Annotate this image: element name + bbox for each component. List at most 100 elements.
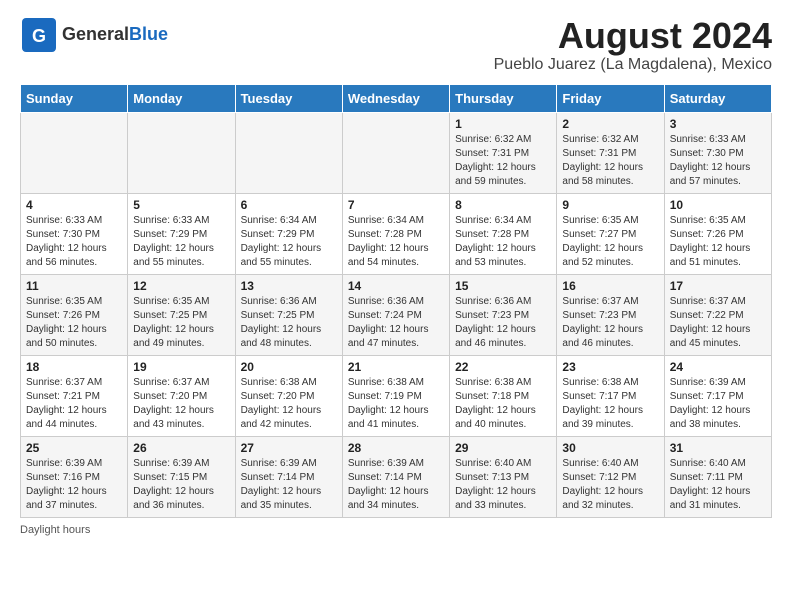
daylight-hours-label: Daylight hours (20, 524, 90, 536)
calendar-cell: 30 Sunrise: 6:40 AM Sunset: 7:12 PM Dayli… (557, 436, 664, 517)
logo-blue: Blue (129, 24, 168, 44)
day-number: 1 (455, 117, 551, 131)
day-info: Sunrise: 6:39 AM Sunset: 7:14 PM Dayligh… (241, 457, 337, 513)
calendar-cell: 7 Sunrise: 6:34 AM Sunset: 7:28 PM Daylig… (342, 193, 449, 274)
day-number: 9 (562, 198, 658, 212)
day-info: Sunrise: 6:32 AM Sunset: 7:31 PM Dayligh… (562, 133, 658, 189)
day-info: Sunrise: 6:37 AM Sunset: 7:22 PM Dayligh… (670, 295, 766, 351)
day-info: Sunrise: 6:37 AM Sunset: 7:23 PM Dayligh… (562, 295, 658, 351)
week-row-2: 4Sunrise: 6:33 AM Sunset: 7:30 PM Daylig… (21, 193, 772, 274)
day-info: Sunrise: 6:35 AM Sunset: 7:25 PM Dayligh… (133, 295, 229, 351)
day-number: 17 (670, 279, 766, 293)
title-block: August 2024 Pueblo Juarez (La Magdalena)… (494, 16, 772, 74)
day-info: Sunrise: 6:39 AM Sunset: 7:16 PM Dayligh… (26, 457, 122, 513)
day-info: Sunrise: 6:33 AM Sunset: 7:30 PM Dayligh… (670, 133, 766, 189)
day-number: 5 (133, 198, 229, 212)
week-row-5: 25 Sunrise: 6:39 AM Sunset: 7:16 PM Dayli… (21, 436, 772, 517)
day-number: 31 (670, 441, 766, 455)
day-number: 25 (26, 441, 122, 455)
calendar-cell: 17 Sunrise: 6:37 AM Sunset: 7:22 PM Dayli… (664, 274, 771, 355)
header-row: SundayMondayTuesdayWednesdayThursdayFrid… (21, 84, 772, 112)
calendar-cell: 9Sunrise: 6:35 AM Sunset: 7:27 PM Daylig… (557, 193, 664, 274)
page-subtitle: Pueblo Juarez (La Magdalena), Mexico (494, 56, 772, 74)
calendar-cell: 22Sunrise: 6:38 AM Sunset: 7:18 PM Dayli… (450, 355, 557, 436)
calendar-cell: 14Sunrise: 6:36 AM Sunset: 7:24 PM Dayli… (342, 274, 449, 355)
col-header-friday: Friday (557, 84, 664, 112)
calendar-cell: 26Sunrise: 6:39 AM Sunset: 7:15 PM Dayli… (128, 436, 235, 517)
logo-icon: G (20, 16, 58, 54)
day-info: Sunrise: 6:35 AM Sunset: 7:26 PM Dayligh… (670, 214, 766, 270)
day-number: 3 (670, 117, 766, 131)
calendar-cell: 2 Sunrise: 6:32 AM Sunset: 7:31 PM Daylig… (557, 112, 664, 193)
day-info: Sunrise: 6:40 AM Sunset: 7:12 PM Dayligh… (562, 457, 658, 513)
calendar-cell: 31 Sunrise: 6:40 AM Sunset: 7:11 PM Dayli… (664, 436, 771, 517)
calendar-cell: 11 Sunrise: 6:35 AM Sunset: 7:26 PM Dayli… (21, 274, 128, 355)
col-header-wednesday: Wednesday (342, 84, 449, 112)
day-info: Sunrise: 6:34 AM Sunset: 7:28 PM Dayligh… (348, 214, 444, 270)
day-number: 13 (241, 279, 337, 293)
day-info: Sunrise: 6:37 AM Sunset: 7:20 PM Dayligh… (133, 376, 229, 432)
col-header-saturday: Saturday (664, 84, 771, 112)
day-info: Sunrise: 6:40 AM Sunset: 7:11 PM Dayligh… (670, 457, 766, 513)
calendar-cell: 12 Sunrise: 6:35 AM Sunset: 7:25 PM Dayli… (128, 274, 235, 355)
calendar-cell: 24Sunrise: 6:39 AM Sunset: 7:17 PM Dayli… (664, 355, 771, 436)
calendar-cell: 4Sunrise: 6:33 AM Sunset: 7:30 PM Daylig… (21, 193, 128, 274)
day-number: 29 (455, 441, 551, 455)
header: G GeneralBlue August 2024 Pueblo Juarez … (20, 16, 772, 74)
page-title: August 2024 (494, 16, 772, 56)
day-info: Sunrise: 6:36 AM Sunset: 7:23 PM Dayligh… (455, 295, 551, 351)
day-info: Sunrise: 6:33 AM Sunset: 7:29 PM Dayligh… (133, 214, 229, 270)
day-number: 16 (562, 279, 658, 293)
logo: G GeneralBlue (20, 16, 168, 54)
calendar-cell: 18Sunrise: 6:37 AM Sunset: 7:21 PM Dayli… (21, 355, 128, 436)
calendar-cell: 8Sunrise: 6:34 AM Sunset: 7:28 PM Daylig… (450, 193, 557, 274)
day-info: Sunrise: 6:38 AM Sunset: 7:20 PM Dayligh… (241, 376, 337, 432)
calendar-cell: 16 Sunrise: 6:37 AM Sunset: 7:23 PM Dayli… (557, 274, 664, 355)
day-number: 2 (562, 117, 658, 131)
svg-text:G: G (32, 26, 46, 46)
day-info: Sunrise: 6:38 AM Sunset: 7:19 PM Dayligh… (348, 376, 444, 432)
day-number: 6 (241, 198, 337, 212)
day-info: Sunrise: 6:40 AM Sunset: 7:13 PM Dayligh… (455, 457, 551, 513)
calendar-cell: 20 Sunrise: 6:38 AM Sunset: 7:20 PM Dayli… (235, 355, 342, 436)
day-info: Sunrise: 6:34 AM Sunset: 7:28 PM Dayligh… (455, 214, 551, 270)
calendar-cell: 29 Sunrise: 6:40 AM Sunset: 7:13 PM Dayli… (450, 436, 557, 517)
day-number: 7 (348, 198, 444, 212)
day-info: Sunrise: 6:38 AM Sunset: 7:18 PM Dayligh… (455, 376, 551, 432)
day-number: 27 (241, 441, 337, 455)
week-row-1: 1 Sunrise: 6:32 AM Sunset: 7:31 PM Daylig… (21, 112, 772, 193)
calendar-cell: 23Sunrise: 6:38 AM Sunset: 7:17 PM Dayli… (557, 355, 664, 436)
week-row-3: 11 Sunrise: 6:35 AM Sunset: 7:26 PM Dayli… (21, 274, 772, 355)
calendar-cell: 19 Sunrise: 6:37 AM Sunset: 7:20 PM Dayli… (128, 355, 235, 436)
calendar-cell: 3 Sunrise: 6:33 AM Sunset: 7:30 PM Daylig… (664, 112, 771, 193)
calendar-cell: 10 Sunrise: 6:35 AM Sunset: 7:26 PM Dayli… (664, 193, 771, 274)
calendar-cell (342, 112, 449, 193)
calendar-cell: 15Sunrise: 6:36 AM Sunset: 7:23 PM Dayli… (450, 274, 557, 355)
logo-general: General (62, 24, 129, 44)
day-info: Sunrise: 6:32 AM Sunset: 7:31 PM Dayligh… (455, 133, 551, 189)
calendar-cell: 21Sunrise: 6:38 AM Sunset: 7:19 PM Dayli… (342, 355, 449, 436)
day-info: Sunrise: 6:36 AM Sunset: 7:24 PM Dayligh… (348, 295, 444, 351)
day-number: 11 (26, 279, 122, 293)
calendar-cell (21, 112, 128, 193)
day-info: Sunrise: 6:38 AM Sunset: 7:17 PM Dayligh… (562, 376, 658, 432)
day-number: 20 (241, 360, 337, 374)
calendar-cell: 25 Sunrise: 6:39 AM Sunset: 7:16 PM Dayli… (21, 436, 128, 517)
calendar-cell (235, 112, 342, 193)
logo-text: GeneralBlue (62, 25, 168, 45)
day-number: 12 (133, 279, 229, 293)
day-number: 24 (670, 360, 766, 374)
day-info: Sunrise: 6:35 AM Sunset: 7:26 PM Dayligh… (26, 295, 122, 351)
col-header-tuesday: Tuesday (235, 84, 342, 112)
week-row-4: 18Sunrise: 6:37 AM Sunset: 7:21 PM Dayli… (21, 355, 772, 436)
day-info: Sunrise: 6:36 AM Sunset: 7:25 PM Dayligh… (241, 295, 337, 351)
day-number: 26 (133, 441, 229, 455)
day-info: Sunrise: 6:39 AM Sunset: 7:14 PM Dayligh… (348, 457, 444, 513)
calendar-cell: 5 Sunrise: 6:33 AM Sunset: 7:29 PM Daylig… (128, 193, 235, 274)
day-number: 19 (133, 360, 229, 374)
day-number: 30 (562, 441, 658, 455)
day-info: Sunrise: 6:37 AM Sunset: 7:21 PM Dayligh… (26, 376, 122, 432)
page: G GeneralBlue August 2024 Pueblo Juarez … (0, 0, 792, 552)
day-number: 10 (670, 198, 766, 212)
calendar-cell: 13 Sunrise: 6:36 AM Sunset: 7:25 PM Dayli… (235, 274, 342, 355)
